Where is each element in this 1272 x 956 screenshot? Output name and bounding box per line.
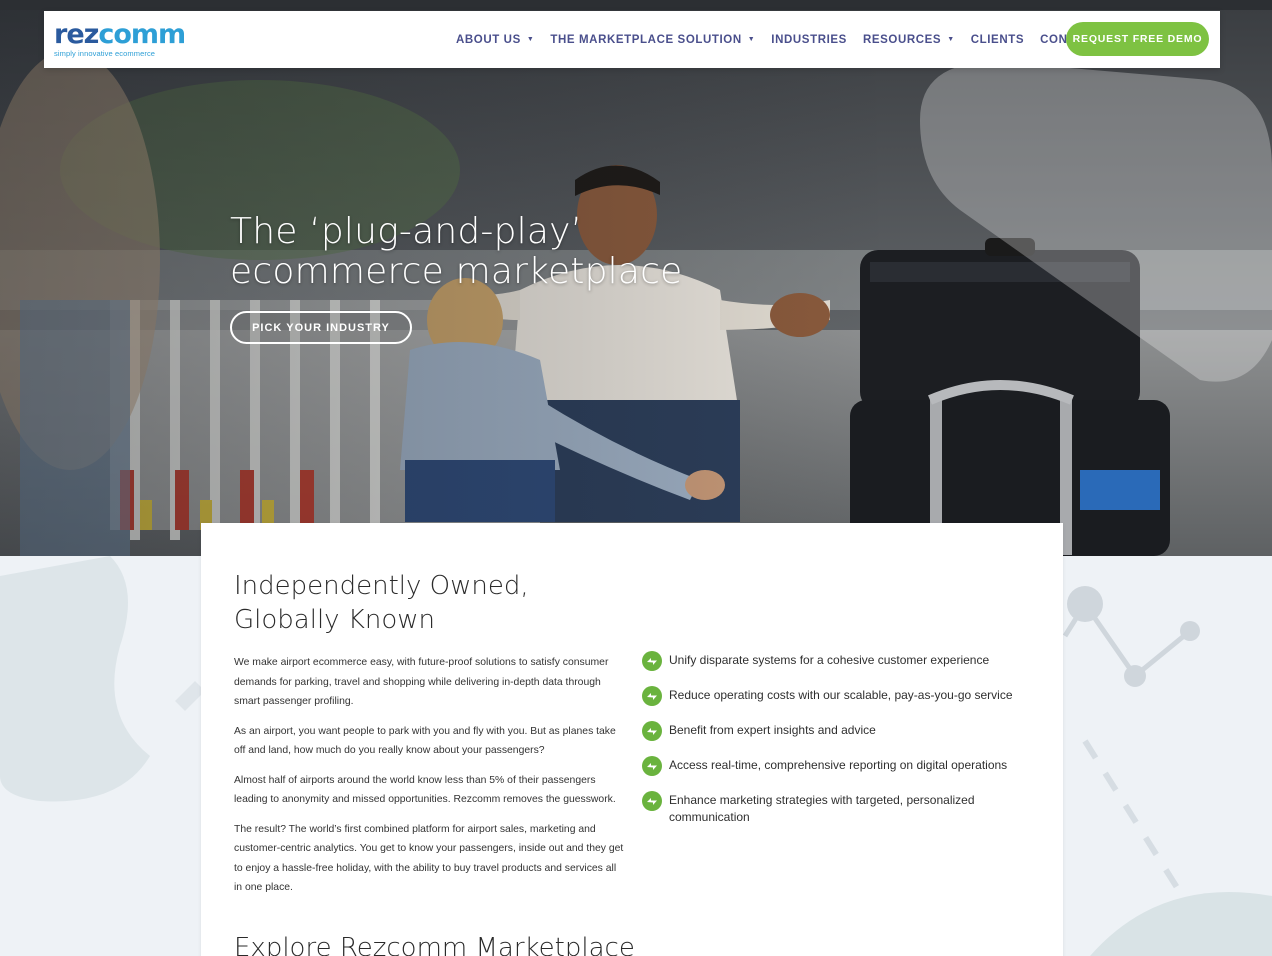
benefit-item: Enhance marketing strategies with target…: [641, 790, 1041, 826]
hero-headline-line2: ecommerce marketplace: [230, 251, 683, 292]
arrow-check-icon: [642, 651, 662, 671]
caret-down-icon: ▼: [947, 36, 955, 43]
arrow-check-icon: [642, 791, 662, 811]
rezcomm-logo[interactable]: rezcomm simply innovative ecommerce: [54, 19, 186, 62]
arrow-check-icon: [642, 686, 662, 706]
benefit-item: Benefit from expert insights and advice: [641, 720, 1041, 742]
intro-paragraph: We make airport ecommerce easy, with fut…: [234, 657, 609, 707]
nav-resources[interactable]: RESOURCES ▼: [863, 34, 955, 46]
nav-clients[interactable]: CLIENTS: [971, 34, 1024, 46]
intro-paragraph: The result? The world’s first combined p…: [234, 823, 624, 894]
nav-industries[interactable]: INDUSTRIES: [771, 34, 847, 46]
browser-edge: [0, 0, 1272, 10]
arrow-check-icon: [642, 756, 662, 776]
logo-wordmark: rezcomm: [54, 19, 186, 50]
pick-industry-button[interactable]: PICK YOUR INDUSTRY: [230, 311, 412, 344]
nav-marketplace-solution[interactable]: THE MARKETPLACE SOLUTION ▼: [550, 34, 755, 46]
logo-tagline: simply innovative ecommerce: [54, 49, 156, 58]
arrow-check-icon: [642, 721, 662, 741]
hero-headline-line1: The ‘plug-and-play’: [230, 211, 583, 252]
intro-paragraph: Almost half of airports around the world…: [234, 774, 616, 806]
intro-paragraph: As an airport, you want people to park w…: [234, 725, 616, 757]
about-section: Independently Owned, Globally Known We m…: [201, 523, 1063, 956]
benefits-list: Unify disparate systems for a cohesive c…: [641, 650, 1041, 839]
benefit-item: Access real-time, comprehensive reportin…: [641, 755, 1041, 777]
benefit-item: Reduce operating costs with our scalable…: [641, 685, 1041, 707]
intro-text: We make airport ecommerce easy, with fut…: [234, 653, 626, 908]
benefit-item: Unify disparate systems for a cohesive c…: [641, 650, 1041, 672]
nav-about-us[interactable]: ABOUT US ▼: [456, 34, 534, 46]
explore-heading: Explore Rezcomm Marketplace: [234, 933, 635, 956]
nav-menu: ABOUT US ▼ THE MARKETPLACE SOLUTION ▼ INDU…: [456, 11, 1137, 68]
caret-down-icon: ▼: [526, 36, 535, 43]
hero-headline: The ‘plug-and-play’ ecommerce marketplac…: [230, 212, 682, 292]
caret-down-icon: ▼: [747, 36, 756, 43]
hero-banner: The ‘plug-and-play’ ecommerce marketplac…: [0, 0, 1272, 556]
top-navbar: rezcomm simply innovative ecommerce ABOU…: [44, 11, 1220, 68]
request-demo-button[interactable]: REQUEST FREE DEMO: [1066, 22, 1209, 56]
section-title: Independently Owned, Globally Known: [234, 571, 529, 635]
